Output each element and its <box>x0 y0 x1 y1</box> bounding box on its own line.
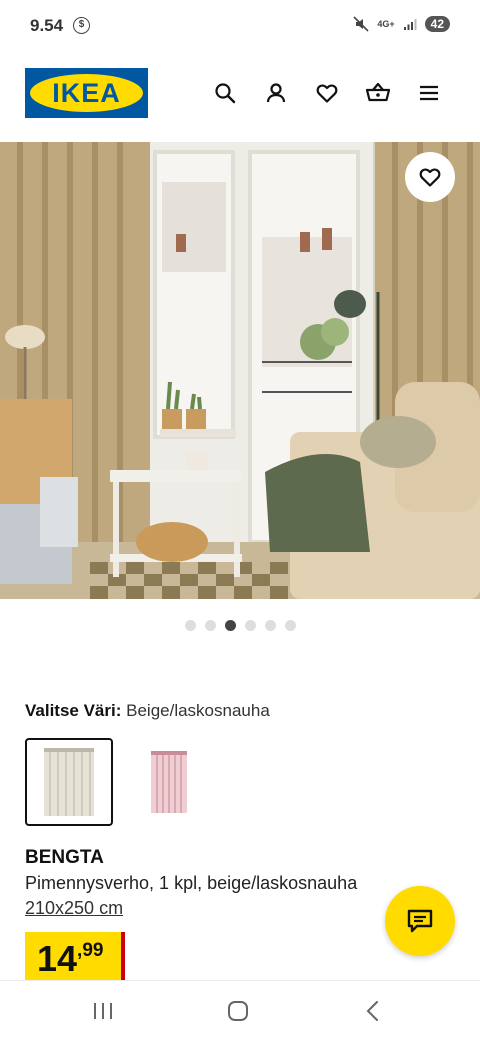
pagination-dot[interactable] <box>204 620 216 631</box>
heart-icon[interactable] <box>314 80 340 106</box>
battery-badge: 42 <box>424 16 450 32</box>
network-label: 4G+ <box>377 18 395 29</box>
price-decimal: ,99 <box>77 940 104 961</box>
room-scene-illustration <box>0 142 480 599</box>
ikea-logo[interactable]: IKEA <box>25 68 148 118</box>
color-select-label: Valitse Väri: Beige/laskosnauha <box>25 701 270 721</box>
logo-text: IKEA <box>52 77 121 108</box>
color-swatches <box>25 738 213 826</box>
basket-icon[interactable] <box>365 80 391 106</box>
color-select-value: Beige/laskosnauha <box>126 701 270 720</box>
add-to-favourites-button[interactable] <box>405 152 455 202</box>
image-pagination <box>0 620 480 631</box>
pagination-dot-active[interactable] <box>224 620 236 631</box>
color-select-title: Valitse Väri: <box>25 701 122 720</box>
status-time: 9.54 <box>30 16 64 35</box>
pagination-dot[interactable] <box>284 620 296 631</box>
pagination-dot[interactable] <box>264 620 276 631</box>
header-actions <box>212 80 442 106</box>
signal-icon <box>403 19 417 30</box>
search-icon[interactable] <box>212 80 238 106</box>
chat-bubble-icon <box>407 909 433 933</box>
app-header: IKEA <box>0 54 480 134</box>
pagination-dot[interactable] <box>244 620 256 631</box>
chat-button[interactable] <box>385 886 455 956</box>
swatch-pink[interactable] <box>125 738 213 826</box>
heart-outline-icon <box>419 168 441 187</box>
status-bar: 9.54 $ 4G+ 42 <box>0 0 480 54</box>
pagination-dot[interactable] <box>184 620 196 631</box>
back-icon[interactable] <box>361 999 385 1023</box>
mute-icon <box>353 16 369 32</box>
profile-icon[interactable] <box>263 80 289 106</box>
price-tag: 14 ,99 <box>25 932 125 980</box>
product-image[interactable] <box>0 142 480 599</box>
system-navigation-bar <box>0 980 480 1040</box>
home-icon[interactable] <box>226 999 250 1023</box>
product-size-link[interactable]: 210x250 cm <box>25 898 123 919</box>
product-description: Pimennysverho, 1 kpl, beige/laskosnauha <box>25 873 358 893</box>
menu-icon[interactable] <box>416 80 442 106</box>
logo-oval: IKEA <box>30 74 143 112</box>
recent-apps-icon[interactable] <box>91 999 115 1023</box>
sync-icon: $ <box>73 17 90 34</box>
beige-curtain-thumbnail <box>44 748 94 816</box>
product-name: BENGTA <box>25 847 104 868</box>
price-integer: 14 <box>37 938 78 979</box>
pink-curtain-thumbnail <box>151 751 187 813</box>
swatch-beige[interactable] <box>25 738 113 826</box>
status-indicators: 4G+ 42 <box>353 16 450 32</box>
